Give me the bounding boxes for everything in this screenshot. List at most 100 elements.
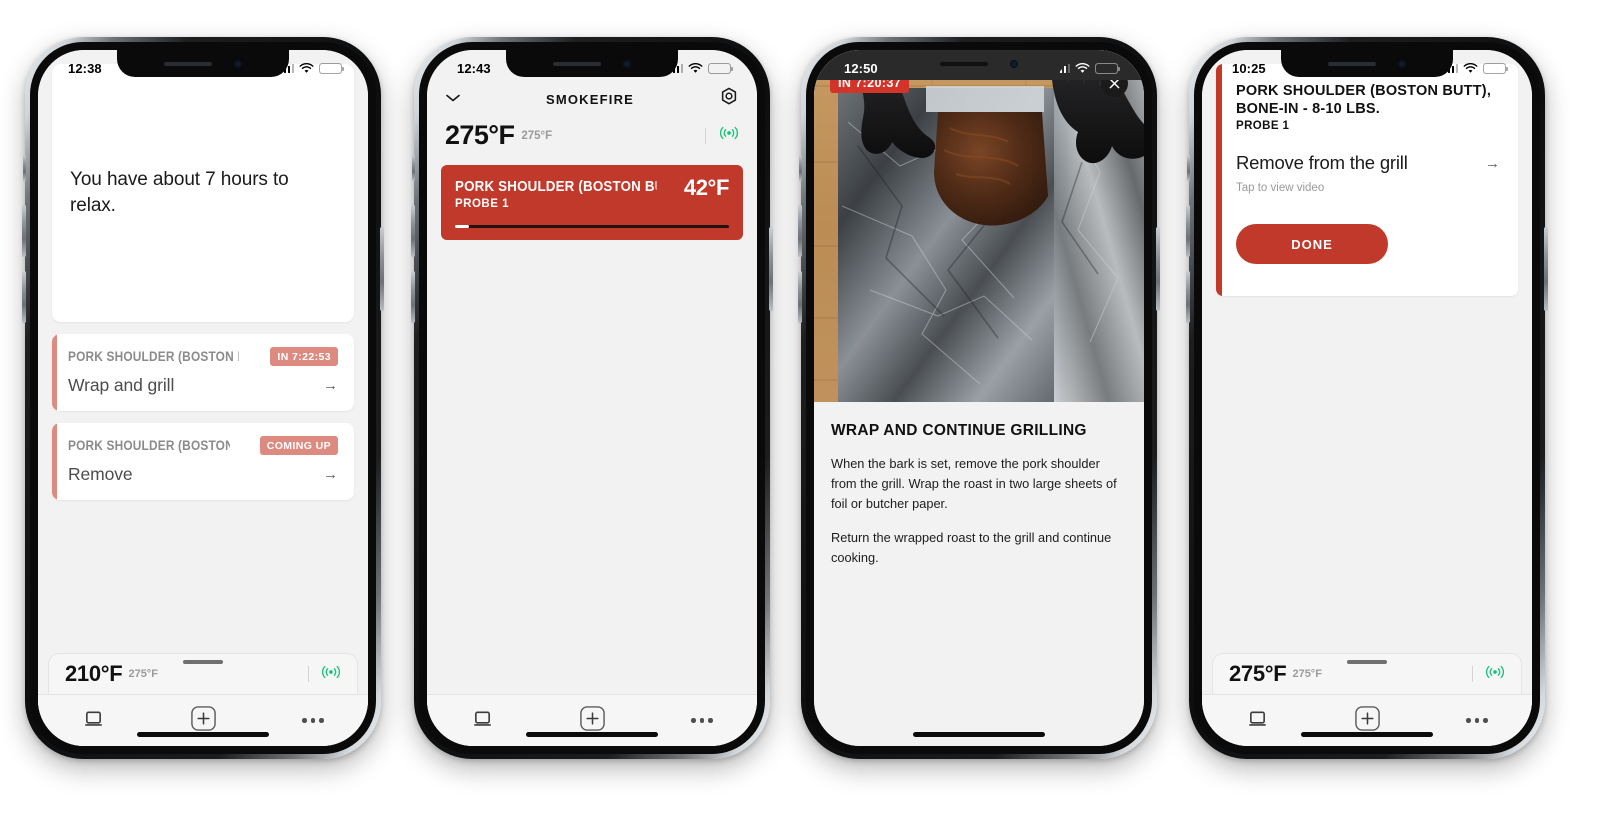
task-accent-bar: [52, 423, 57, 500]
tab-bar: [427, 694, 757, 746]
power-button[interactable]: [380, 227, 384, 311]
volume-down-button[interactable]: [1186, 271, 1190, 323]
wifi-icon: [1463, 62, 1478, 74]
done-button[interactable]: DONE: [1236, 224, 1388, 265]
silent-switch[interactable]: [23, 155, 26, 181]
home-indicator[interactable]: [1301, 732, 1433, 737]
grill-row-right: [705, 126, 739, 145]
notch: [506, 50, 678, 77]
gear-icon[interactable]: [719, 87, 739, 112]
probe-recipe-name: PORK SHOULDER (BOSTON BUTT), BO…: [455, 179, 656, 195]
task-action-row[interactable]: Remove →: [68, 464, 338, 485]
home-indicator[interactable]: [913, 732, 1045, 737]
volume-up-button[interactable]: [411, 205, 415, 257]
video-still-image: [814, 50, 1144, 402]
grill-target-temp: 275°F: [521, 129, 553, 142]
volume-up-button[interactable]: [1186, 205, 1190, 257]
power-button[interactable]: [1544, 227, 1548, 311]
battery-icon: [319, 62, 345, 74]
step-action-row[interactable]: Remove from the grill →: [1236, 152, 1500, 174]
step-paragraph-2: Return the wrapped roast to the grill an…: [831, 530, 1112, 566]
tab-grills[interactable]: [38, 709, 148, 733]
probe-progress-bar: [455, 225, 729, 228]
step-complete-card: PORK SHOULDER (BOSTON BUTT), BONE-IN - 8…: [1216, 64, 1518, 296]
status-time: 10:25: [1232, 60, 1266, 76]
home-scroll-area[interactable]: You have about 7 hours to relax. PORK SH…: [38, 50, 368, 653]
volume-down-button[interactable]: [411, 271, 415, 323]
phone-bezel: 10:25 PORK SHOULDER (BOSTON BUTT), BONE-…: [1194, 42, 1540, 754]
volume-down-button[interactable]: [798, 271, 802, 323]
notch: [1281, 50, 1453, 77]
tab-more[interactable]: [258, 718, 368, 723]
task-header: PORK SHOULDER (BOSTON BU… COMING UP: [68, 436, 338, 455]
front-camera: [623, 59, 631, 68]
chevron-down-icon[interactable]: [445, 90, 461, 108]
task-card-remove[interactable]: PORK SHOULDER (BOSTON BU… COMING UP Remo…: [52, 423, 354, 500]
phone-device-video: 12:50 IN 7:20:37 WRAP AND CONTINUE GRILL…: [798, 37, 1160, 759]
step-action-label: Remove from the grill: [1236, 152, 1408, 174]
probe-card[interactable]: PORK SHOULDER (BOSTON BUTT), BO… PROBE 1…: [441, 165, 743, 240]
done-scroll-area[interactable]: PORK SHOULDER (BOSTON BUTT), BONE-IN - 8…: [1202, 50, 1532, 653]
notch: [117, 50, 289, 77]
volume-up-button[interactable]: [798, 205, 802, 257]
step-video[interactable]: IN 7:20:37: [814, 50, 1144, 402]
tab-bar: [38, 694, 368, 746]
phone-bezel: 12:50 IN 7:20:37 WRAP AND CONTINUE GRILL…: [806, 42, 1152, 754]
grill-current-temp: 275°F: [445, 120, 515, 150]
more-icon: [1466, 718, 1488, 723]
cast-connected-icon[interactable]: [321, 665, 341, 684]
front-camera: [1398, 59, 1406, 68]
volume-up-button[interactable]: [22, 205, 26, 257]
tab-grills[interactable]: [1202, 709, 1312, 733]
tab-more[interactable]: [647, 718, 757, 723]
status-indicators: [1055, 62, 1121, 74]
phone-bezel: 12:38 You have about 7 hours to relax. P…: [30, 42, 376, 754]
power-button[interactable]: [1156, 227, 1160, 311]
front-camera: [234, 59, 242, 68]
earpiece-speaker: [164, 61, 212, 66]
task-status-badge: COMING UP: [259, 436, 338, 455]
phone-screen-home: 12:38 You have about 7 hours to relax. P…: [38, 50, 368, 746]
probe-label: PROBE 1: [1236, 120, 1290, 133]
drawer-grabber[interactable]: [183, 660, 223, 664]
wifi-icon: [688, 62, 703, 74]
app-root-grill: SMOKEFIRE 275°F 275°F PORK SHOULDER (BOS…: [427, 50, 757, 746]
arrow-right-icon: →: [323, 466, 338, 483]
task-header: PORK SHOULDER (BOSTON BUT… IN 7:22:53: [68, 347, 338, 366]
grill-temp-drawer[interactable]: 275°F 275°F: [1212, 653, 1522, 694]
wifi-icon: [299, 62, 314, 74]
home-indicator[interactable]: [526, 732, 658, 737]
divider: [1472, 666, 1473, 682]
cast-connected-icon[interactable]: [719, 126, 739, 145]
status-time: 12:43: [457, 60, 491, 76]
volume-down-button[interactable]: [22, 271, 26, 323]
silent-switch[interactable]: [799, 155, 802, 181]
front-camera: [1010, 59, 1018, 68]
tab-grills[interactable]: [427, 709, 537, 733]
grill-scroll-area[interactable]: SMOKEFIRE 275°F 275°F PORK SHOULDER (BOS…: [427, 50, 757, 694]
divider: [308, 666, 309, 682]
drawer-grabber[interactable]: [1347, 660, 1387, 664]
status-indicators: [279, 62, 345, 74]
cast-connected-icon[interactable]: [1485, 665, 1505, 684]
arrow-right-icon: →: [1485, 154, 1500, 172]
silent-switch[interactable]: [1187, 155, 1190, 181]
task-accent-bar: [52, 334, 57, 411]
probe-header: PORK SHOULDER (BOSTON BUTT), BO… PROBE 1…: [455, 177, 729, 211]
probe-label: PROBE 1: [455, 198, 509, 210]
silent-switch[interactable]: [412, 155, 415, 181]
task-card-wrap[interactable]: PORK SHOULDER (BOSTON BUT… IN 7:22:53 Wr…: [52, 334, 354, 411]
phone-device-grill: 12:43 SMOKEFIRE 275°F 275°F PORK SHOULDE…: [411, 37, 773, 759]
divider: [705, 127, 706, 144]
task-action-row[interactable]: Wrap and grill →: [68, 375, 338, 396]
power-button[interactable]: [769, 227, 773, 311]
tab-bar: [1202, 694, 1532, 746]
app-root-home: You have about 7 hours to relax. PORK SH…: [38, 50, 368, 746]
video-scroll-area[interactable]: IN 7:20:37 WRAP AND CONTINUE GRILLING Wh…: [814, 50, 1144, 746]
home-indicator[interactable]: [137, 732, 269, 737]
task-action-label: Wrap and grill: [68, 375, 175, 395]
status-indicators: [668, 62, 734, 74]
tab-more[interactable]: [1422, 718, 1532, 723]
grill-temp-row: 275°F 275°F: [427, 118, 757, 151]
grill-temp-drawer[interactable]: 210°F 275°F: [48, 653, 358, 694]
